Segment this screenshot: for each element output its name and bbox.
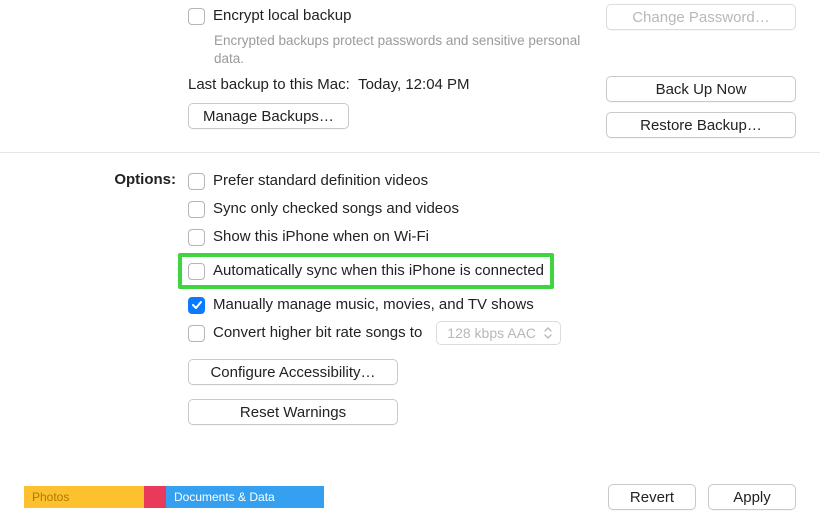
prefer-sd-checkbox[interactable] <box>188 173 205 190</box>
revert-button[interactable]: Revert <box>608 484 696 510</box>
auto-sync-label: Automatically sync when this iPhone is c… <box>213 259 544 283</box>
back-up-now-button[interactable]: Back Up Now <box>606 76 796 102</box>
reset-warnings-button[interactable]: Reset Warnings <box>188 399 398 425</box>
storage-segment-documents: Documents & Data <box>166 486 324 508</box>
prefer-sd-label: Prefer standard definition videos <box>213 169 428 193</box>
auto-sync-checkbox[interactable] <box>188 263 205 280</box>
last-backup-value: Today, 12:04 PM <box>358 76 469 93</box>
configure-accessibility-button[interactable]: Configure Accessibility… <box>188 359 398 385</box>
manual-manage-label: Manually manage music, movies, and TV sh… <box>213 293 534 317</box>
apply-button[interactable]: Apply <box>708 484 796 510</box>
options-section-label: Options: <box>24 169 188 188</box>
last-backup-label: Last backup to this Mac: <box>188 76 358 93</box>
encrypt-help-text: Encrypted backups protect passwords and … <box>214 32 596 68</box>
encrypt-local-backup-label: Encrypt local backup <box>213 4 351 28</box>
sync-checked-label: Sync only checked songs and videos <box>213 197 459 221</box>
bitrate-select[interactable]: 128 kbps AAC <box>436 321 561 345</box>
encrypt-local-backup-checkbox[interactable] <box>188 8 205 25</box>
convert-bitrate-label: Convert higher bit rate songs to <box>213 321 422 345</box>
show-wifi-label: Show this iPhone when on Wi-Fi <box>213 225 429 249</box>
show-wifi-checkbox[interactable] <box>188 229 205 246</box>
bitrate-value: 128 kbps AAC <box>447 321 536 345</box>
storage-segment-other <box>144 486 166 508</box>
storage-segment-photos: Photos <box>24 486 144 508</box>
updown-caret-icon <box>544 327 552 339</box>
storage-usage-bar: Photos Documents & Data <box>24 486 324 508</box>
auto-sync-highlight: Automatically sync when this iPhone is c… <box>178 253 554 289</box>
manual-manage-checkbox[interactable] <box>188 297 205 314</box>
convert-bitrate-checkbox[interactable] <box>188 325 205 342</box>
change-password-button: Change Password… <box>606 4 796 30</box>
restore-backup-button[interactable]: Restore Backup… <box>606 112 796 138</box>
manage-backups-button[interactable]: Manage Backups… <box>188 103 349 129</box>
sync-checked-checkbox[interactable] <box>188 201 205 218</box>
section-divider <box>0 152 820 153</box>
